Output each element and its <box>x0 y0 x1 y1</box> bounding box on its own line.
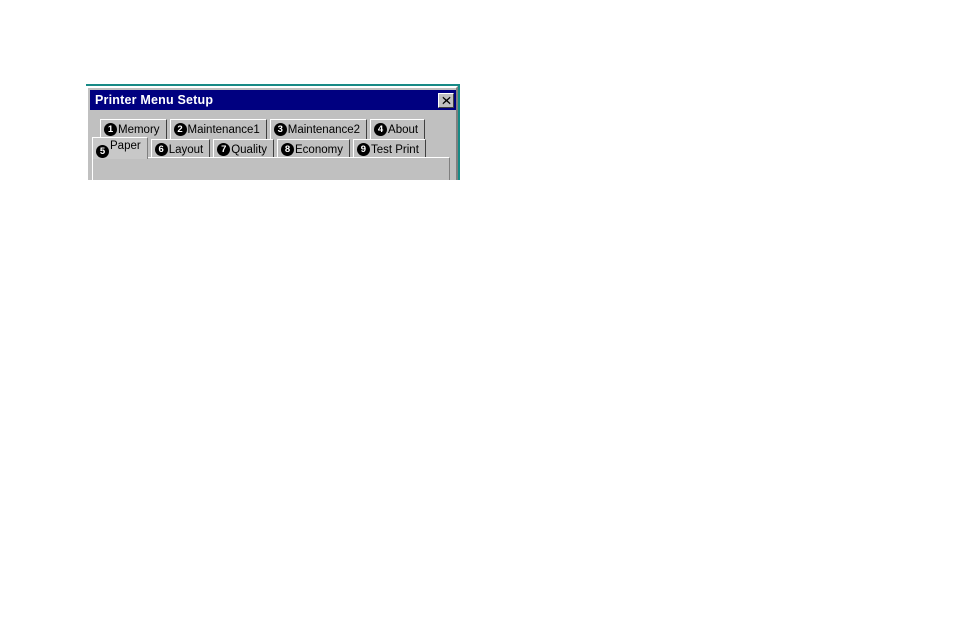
tab-label-paper: Paper <box>110 139 141 152</box>
tab-row-top: 1 Memory 2 Maintenance1 3 Maintenance2 4… <box>90 118 456 139</box>
tab-badge-3: 3 <box>273 123 287 136</box>
tab-badge-7: 7 <box>217 143 231 156</box>
tab-badge-8: 8 <box>281 143 295 156</box>
tab-label-about: About <box>388 123 419 136</box>
tab-label-maintenance1: Maintenance1 <box>187 123 260 136</box>
tab-badge-9: 9 <box>356 143 370 156</box>
tab-about[interactable]: 4 About <box>370 119 426 139</box>
tab-memory[interactable]: 1 Memory <box>100 119 167 139</box>
tab-layout[interactable]: 6 Layout <box>150 139 211 159</box>
tab-badge-6: 6 <box>154 143 168 156</box>
tab-badge-1: 1 <box>104 123 117 136</box>
tab-label-maintenance2: Maintenance2 <box>287 123 361 136</box>
tab-label-memory: Memory <box>118 123 160 136</box>
tab-label-economy: Economy <box>295 143 343 156</box>
tab-badge-4: 4 <box>374 123 388 136</box>
tab-badge-5: 5 <box>96 145 109 158</box>
printer-menu-setup-dialog: Printer Menu Setup 1 Memory 2 Maintenanc… <box>86 86 458 180</box>
title-bar[interactable]: Printer Menu Setup <box>90 90 456 110</box>
close-icon <box>442 96 451 105</box>
tab-label-quality: Quality <box>231 143 268 156</box>
tab-maintenance2[interactable]: 3 Maintenance2 <box>269 119 368 139</box>
tab-label-layout: Layout <box>168 143 204 156</box>
tab-badge-2: 2 <box>173 123 187 136</box>
tab-row-bottom: 5 Paper 6 Layout 7 Quality 8 Economy 9 T… <box>90 137 456 159</box>
dialog-shadow-right <box>458 84 460 180</box>
tab-paper[interactable]: 5 Paper <box>92 137 148 159</box>
tab-maintenance1[interactable]: 2 Maintenance1 <box>169 119 267 139</box>
tab-content-panel <box>92 157 450 180</box>
tab-economy[interactable]: 8 Economy <box>277 139 350 159</box>
tab-quality[interactable]: 7 Quality <box>213 139 275 159</box>
window-title: Printer Menu Setup <box>95 93 214 107</box>
tab-label-test-print: Test Print <box>370 143 419 156</box>
tab-test-print[interactable]: 9 Test Print <box>352 139 426 159</box>
close-button[interactable] <box>438 92 454 108</box>
